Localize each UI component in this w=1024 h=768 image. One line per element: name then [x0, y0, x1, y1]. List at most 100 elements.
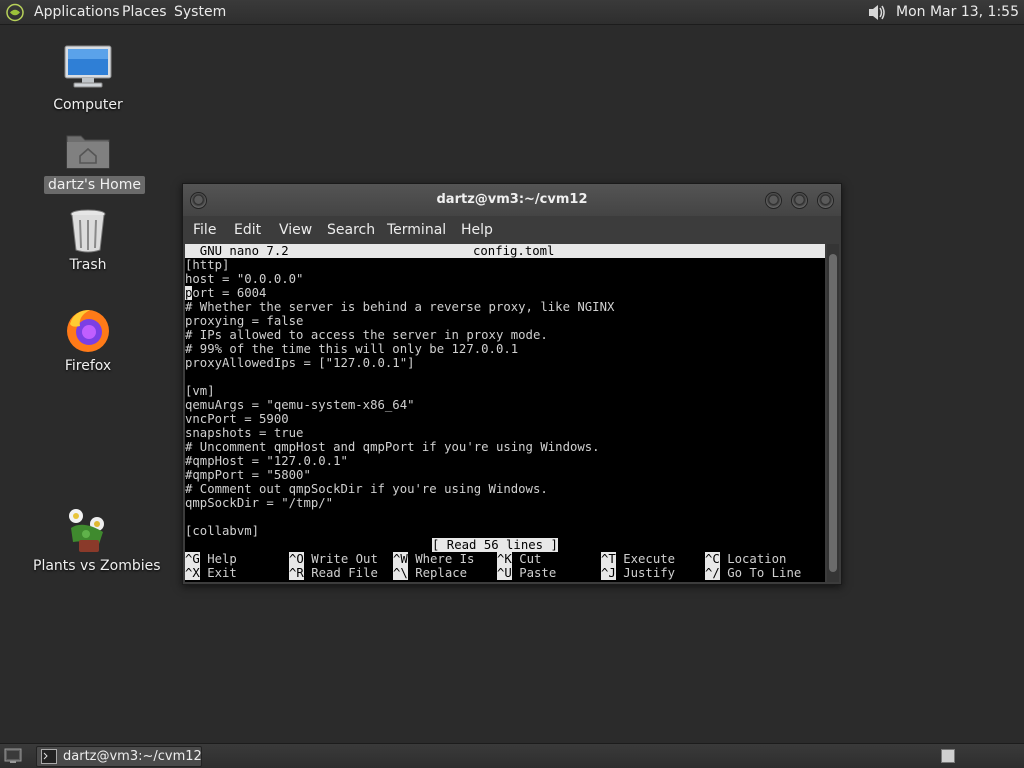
menu-view[interactable]: View — [279, 216, 312, 244]
nano-shortcut: ^R Read File — [289, 566, 378, 580]
close-button[interactable] — [817, 192, 834, 209]
nano-shortcut: ^K Cut — [497, 552, 541, 566]
shortcut-label: Go To Line — [719, 566, 802, 580]
menu-places[interactable]: Places — [122, 0, 167, 25]
nano-shortcut: ^O Write Out — [289, 552, 378, 566]
minimize-button[interactable] — [765, 192, 782, 209]
terminal-scrollbar[interactable] — [827, 244, 839, 582]
shortcut-label: Execute — [615, 552, 676, 566]
editor-line[interactable]: # Whether the server is behind a reverse… — [185, 300, 614, 314]
shortcut-key: ^\ — [393, 566, 408, 580]
shortcut-label: Read File — [303, 566, 378, 580]
editor-line[interactable]: # IPs allowed to access the server in pr… — [185, 328, 548, 342]
nano-shortcut: ^C Location — [705, 552, 786, 566]
shortcut-key: ^K — [497, 552, 512, 566]
maximize-button[interactable] — [791, 192, 808, 209]
shortcut-key: ^O — [289, 552, 304, 566]
terminal-menubar: File Edit View Search Terminal Help — [183, 216, 841, 244]
editor-line[interactable]: qemuArgs = "qemu-system-x86_64" — [185, 398, 415, 412]
editor-line[interactable]: proxyAllowedIps = ["127.0.0.1"] — [185, 356, 415, 370]
shortcut-key: ^T — [601, 552, 616, 566]
editor-line[interactable]: #qmpPort = "5800" — [185, 468, 311, 482]
firefox-icon — [67, 310, 109, 352]
editor-line[interactable]: # Uncomment qmpHost and qmpPort if you'r… — [185, 440, 600, 454]
editor-line[interactable]: [collabvm] — [185, 524, 259, 538]
terminal-screen[interactable]: GNU nano 7.2 config.toml [http] host = "0… — [185, 244, 825, 582]
shortcut-key: ^R — [289, 566, 304, 580]
desktop-icon-label: Trash — [69, 257, 107, 273]
clock[interactable]: Mon Mar 13, 1:55 PM — [896, 0, 1024, 25]
editor-line[interactable]: [vm] — [185, 384, 215, 398]
nano-version: GNU nano 7.2 — [185, 244, 289, 258]
editor-line[interactable]: port = 6004 — [185, 286, 266, 300]
desktop-icon-home[interactable]: dartz's Home — [0, 128, 176, 196]
terminal-icon — [41, 749, 57, 764]
top-panel: Applications Places System Mon Mar 13, 1… — [0, 0, 1024, 25]
menu-system[interactable]: System — [174, 0, 226, 25]
computer-icon — [64, 45, 112, 88]
scrollbar-thumb[interactable] — [829, 254, 837, 572]
applications-logo-icon[interactable] — [5, 3, 25, 22]
shortcut-key: ^/ — [705, 566, 720, 580]
desktop-icon-firefox[interactable]: Firefox — [33, 306, 143, 376]
volume-icon[interactable] — [864, 2, 888, 23]
desktop-icon-label: Plants vs Zombies — [33, 558, 161, 574]
nano-shortcut: ^\ Replace — [393, 566, 467, 580]
editor-line[interactable]: # 99% of the time this will only be 127.… — [185, 342, 518, 356]
home-folder-icon — [66, 135, 110, 169]
text-cursor: p — [185, 286, 193, 300]
shortcut-key: ^G — [185, 552, 200, 566]
window-titlebar[interactable]: dartz@vm3:~/cvm12 — [183, 184, 841, 216]
shortcut-label: Where Is — [407, 552, 475, 566]
shortcut-label: Location — [719, 552, 787, 566]
plants-vs-zombies-icon — [69, 509, 104, 552]
desktop-icon-trash[interactable]: Trash — [33, 208, 143, 276]
shortcut-key: ^J — [601, 566, 616, 580]
menu-file[interactable]: File — [193, 216, 216, 244]
editor-line[interactable]: snapshots = true — [185, 426, 303, 440]
nano-shortcut: ^X Exit — [185, 566, 237, 580]
nano-shortcut: ^/ Go To Line — [705, 566, 801, 580]
desktop-icon-label: Firefox — [64, 358, 112, 374]
desktop-icon-label: dartz's Home — [44, 176, 145, 194]
editor-line[interactable]: qmpSockDir = "/tmp/" — [185, 496, 333, 510]
nano-shortcut: ^G Help — [185, 552, 237, 566]
editor-line[interactable]: proxying = false — [185, 314, 303, 328]
desktop-icon-plants-vs-zombies[interactable]: Plants vs Zombies — [33, 506, 161, 576]
shortcut-label: Help — [199, 552, 237, 566]
shortcut-label: Exit — [199, 566, 237, 580]
editor-line[interactable]: # Comment out qmpSockDir if you're using… — [185, 482, 548, 496]
editor-line[interactable]: host = "0.0.0.0" — [185, 272, 303, 286]
shortcut-label: Cut — [511, 552, 542, 566]
shortcut-label: Justify — [615, 566, 676, 580]
menu-help[interactable]: Help — [461, 216, 493, 244]
nano-shortcut: ^J Justify — [601, 566, 675, 580]
editor-line[interactable]: vncPort = 5900 — [185, 412, 289, 426]
terminal-window[interactable]: dartz@vm3:~/cvm12 File Edit View Search … — [182, 183, 842, 585]
editor-line[interactable]: [http] — [185, 258, 229, 272]
menu-search[interactable]: Search — [327, 216, 375, 244]
nano-shortcut: ^U Paste — [497, 566, 556, 580]
nano-filename: config.toml — [473, 244, 555, 258]
window-title: dartz@vm3:~/cvm12 — [436, 192, 588, 207]
nano-header-bar: GNU nano 7.2 config.toml — [185, 244, 825, 258]
bottom-panel: dartz@vm3:~/cvm12 — [0, 743, 1024, 768]
shortcut-key: ^C — [705, 552, 720, 566]
desktop-icon-computer[interactable]: Computer — [33, 44, 143, 116]
menu-edit[interactable]: Edit — [234, 216, 261, 244]
shortcut-label: Replace — [407, 566, 468, 580]
menu-applications[interactable]: Applications — [34, 0, 120, 25]
workspace-switcher[interactable] — [941, 749, 955, 763]
nano-shortcut: ^W Where Is — [393, 552, 474, 566]
shortcut-key: ^X — [185, 566, 200, 580]
shortcut-key: ^W — [393, 552, 408, 566]
editor-line[interactable]: #qmpHost = "127.0.0.1" — [185, 454, 348, 468]
shortcut-key: ^U — [497, 566, 512, 580]
nano-shortcut: ^T Execute — [601, 552, 675, 566]
nano-status-message: [ Read 56 lines ] — [432, 538, 558, 552]
desktop-icon-label: Computer — [53, 97, 123, 113]
taskbar-item-terminal[interactable]: dartz@vm3:~/cvm12 — [36, 746, 202, 767]
show-desktop-icon[interactable] — [4, 748, 22, 764]
menu-terminal[interactable]: Terminal — [387, 216, 446, 244]
shortcut-label: Paste — [511, 566, 557, 580]
